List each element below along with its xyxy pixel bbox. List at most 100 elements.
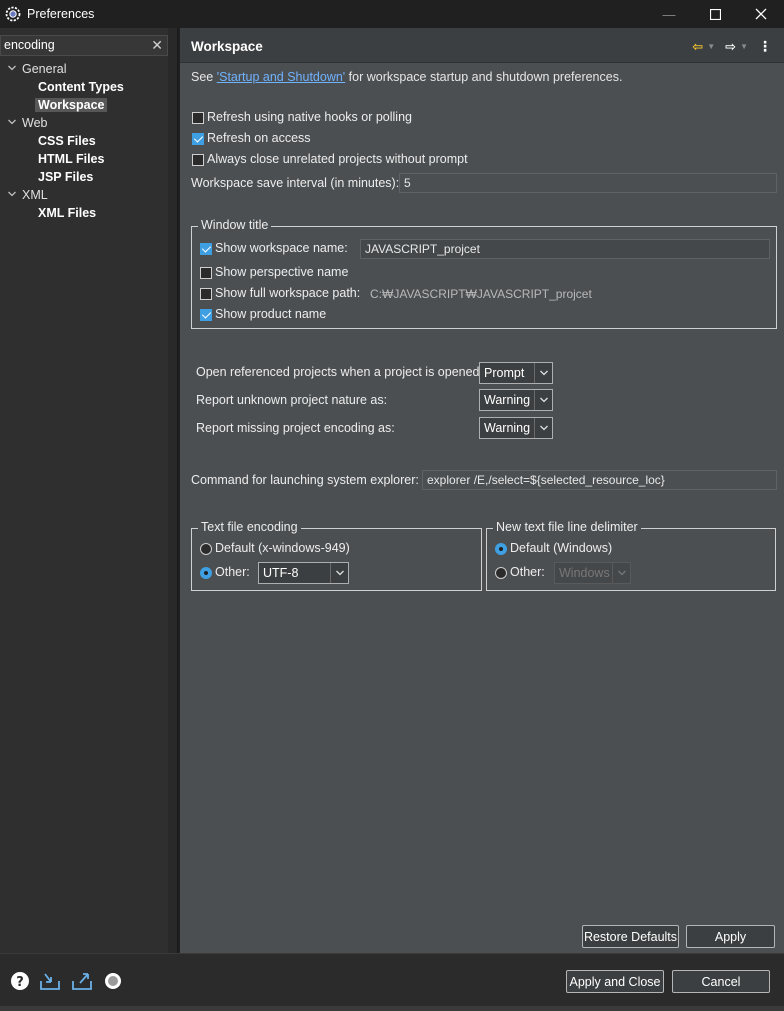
tree-item-html-files[interactable]: HTML Files bbox=[0, 151, 168, 169]
full-workspace-path: C:₩JAVASCRIPT₩JAVASCRIPT_projcet bbox=[370, 287, 592, 301]
refresh-native-checkbox[interactable] bbox=[192, 112, 204, 124]
filter-input[interactable]: encoding ✕ bbox=[0, 35, 168, 56]
minimize-button[interactable]: — bbox=[646, 0, 692, 28]
chevron-down-icon[interactable] bbox=[330, 563, 348, 583]
tree-item-web[interactable]: Web bbox=[0, 115, 168, 133]
tree-item-label[interactable]: Web bbox=[22, 116, 47, 130]
tree-item-label[interactable]: XML Files bbox=[38, 206, 96, 220]
tree-item-label[interactable]: Workspace bbox=[35, 98, 108, 112]
text-file-encoding-title: Text file encoding bbox=[198, 520, 301, 534]
explorer-command-label: Command for launching system explorer: bbox=[191, 473, 419, 487]
eclipse-gear-icon bbox=[5, 6, 21, 22]
delimiter-other-label[interactable]: Other: bbox=[510, 565, 545, 579]
tree-item-general[interactable]: General bbox=[0, 61, 168, 79]
page-title: Workspace bbox=[191, 39, 263, 54]
help-icon[interactable]: ? bbox=[9, 970, 31, 992]
maximize-button[interactable] bbox=[692, 0, 738, 28]
tree-item-xml-files[interactable]: XML Files bbox=[0, 205, 168, 223]
tree-item-content-types[interactable]: Content Types bbox=[0, 79, 168, 97]
tree-item-workspace[interactable]: Workspace bbox=[0, 97, 168, 115]
always-close-checkbox[interactable] bbox=[192, 154, 204, 166]
delimiter-default-radio[interactable] bbox=[495, 543, 507, 555]
delimiter-other-radio[interactable] bbox=[495, 567, 507, 579]
delimiter-select: Windows bbox=[554, 562, 631, 584]
intro-suffix: for workspace startup and shutdown prefe… bbox=[345, 70, 623, 84]
apply-and-close-button[interactable]: Apply and Close bbox=[566, 970, 664, 993]
export-icon[interactable] bbox=[71, 970, 93, 992]
tree-scrollbar[interactable] bbox=[168, 28, 177, 953]
forward-arrow-icon[interactable]: ⇨ bbox=[725, 39, 736, 55]
unknown-nature-value[interactable]: Warning bbox=[484, 393, 530, 407]
apply-button[interactable]: Apply bbox=[686, 925, 775, 948]
chevron-down-icon[interactable] bbox=[534, 390, 552, 410]
encoding-default-label[interactable]: Default (x-windows-949) bbox=[215, 541, 350, 555]
show-workspace-name-label[interactable]: Show workspace name: bbox=[215, 241, 348, 255]
chevron-down-icon[interactable]: ▼ bbox=[740, 42, 748, 51]
refresh-on-access-checkbox[interactable] bbox=[192, 133, 204, 145]
intro-text: See 'Startup and Shutdown' for workspace… bbox=[191, 70, 622, 84]
tree-item-label[interactable]: CSS Files bbox=[38, 134, 96, 148]
open-referenced-value[interactable]: Prompt bbox=[484, 366, 524, 380]
refresh-native-label[interactable]: Refresh using native hooks or polling bbox=[207, 110, 412, 124]
filter-text[interactable]: encoding bbox=[4, 38, 55, 52]
back-arrow-icon[interactable]: ⇦ bbox=[692, 39, 703, 55]
window-title: Preferences bbox=[27, 7, 95, 21]
tree-item-label[interactable]: HTML Files bbox=[38, 152, 104, 166]
show-product-name-label[interactable]: Show product name bbox=[215, 307, 326, 321]
tree-item-label[interactable]: JSP Files bbox=[38, 170, 93, 184]
dialog-button-bar: ? Apply and Close Cancel bbox=[0, 953, 784, 1009]
chevron-down-icon[interactable]: ▼ bbox=[707, 42, 715, 51]
text-file-encoding-group: Text file encoding Default (x-windows-94… bbox=[191, 520, 482, 591]
taskbar-strip bbox=[0, 1006, 784, 1011]
refresh-on-access-label[interactable]: Refresh on access bbox=[207, 131, 311, 145]
show-full-path-checkbox[interactable] bbox=[200, 288, 212, 300]
cancel-button[interactable]: Cancel bbox=[672, 970, 770, 993]
page-navigation: ⇦ ▼ ⇨ ▼ ⋮ bbox=[692, 38, 772, 55]
save-interval-input[interactable]: 5 bbox=[399, 173, 777, 193]
encoding-other-label[interactable]: Other: bbox=[215, 565, 250, 579]
tree-item-xml[interactable]: XML bbox=[0, 187, 168, 205]
workspace-name-input[interactable]: JAVASCRIPT_projcet bbox=[360, 239, 770, 259]
page-header: Workspace ⇦ ▼ ⇨ ▼ ⋮ bbox=[180, 28, 784, 63]
show-workspace-name-checkbox[interactable] bbox=[200, 243, 212, 255]
svg-text:?: ? bbox=[16, 975, 24, 990]
intro-prefix: See bbox=[191, 70, 217, 84]
save-interval-label: Workspace save interval (in minutes): bbox=[191, 176, 400, 190]
close-icon[interactable]: ✕ bbox=[151, 37, 163, 54]
always-close-label[interactable]: Always close unrelated projects without … bbox=[207, 152, 468, 166]
record-icon[interactable] bbox=[102, 970, 124, 992]
open-referenced-select[interactable]: Prompt bbox=[479, 362, 553, 384]
tree-item-label[interactable]: XML bbox=[22, 188, 48, 202]
chevron-down-icon[interactable] bbox=[7, 189, 19, 203]
restore-defaults-button[interactable]: Restore Defaults bbox=[582, 925, 679, 948]
show-perspective-name-checkbox[interactable] bbox=[200, 267, 212, 279]
encoding-select[interactable]: UTF-8 bbox=[258, 562, 349, 584]
tree-item-label[interactable]: General bbox=[22, 62, 66, 76]
startup-shutdown-link[interactable]: 'Startup and Shutdown' bbox=[217, 70, 345, 84]
encoding-select-value[interactable]: UTF-8 bbox=[263, 566, 298, 580]
show-perspective-name-label[interactable]: Show perspective name bbox=[215, 265, 348, 279]
import-icon[interactable] bbox=[39, 970, 61, 992]
missing-encoding-value[interactable]: Warning bbox=[484, 421, 530, 435]
chevron-down-icon[interactable] bbox=[534, 363, 552, 383]
tree-item-jsp-files[interactable]: JSP Files bbox=[0, 169, 168, 187]
show-full-path-label[interactable]: Show full workspace path: bbox=[215, 286, 360, 300]
missing-encoding-label: Report missing project encoding as: bbox=[196, 421, 395, 435]
tree-item-label[interactable]: Content Types bbox=[38, 80, 124, 94]
window-controls: — bbox=[646, 0, 784, 28]
window-title-group-title: Window title bbox=[198, 218, 272, 232]
chevron-down-icon[interactable] bbox=[534, 418, 552, 438]
encoding-default-radio[interactable] bbox=[200, 543, 212, 555]
unknown-nature-select[interactable]: Warning bbox=[479, 389, 553, 411]
view-menu-icon[interactable]: ⋮ bbox=[758, 38, 772, 55]
show-product-name-checkbox[interactable] bbox=[200, 309, 212, 321]
tree-item-css-files[interactable]: CSS Files bbox=[0, 133, 168, 151]
explorer-command-input[interactable]: explorer /E,/select=${selected_resource_… bbox=[422, 470, 777, 490]
chevron-down-icon[interactable] bbox=[7, 117, 19, 131]
chevron-down-icon[interactable] bbox=[7, 63, 19, 77]
encoding-other-radio[interactable] bbox=[200, 567, 212, 579]
missing-encoding-select[interactable]: Warning bbox=[479, 417, 553, 439]
window-title-group: Window title Show workspace name: JAVASC… bbox=[191, 218, 777, 329]
delimiter-default-label[interactable]: Default (Windows) bbox=[510, 541, 612, 555]
close-window-button[interactable] bbox=[738, 0, 784, 28]
